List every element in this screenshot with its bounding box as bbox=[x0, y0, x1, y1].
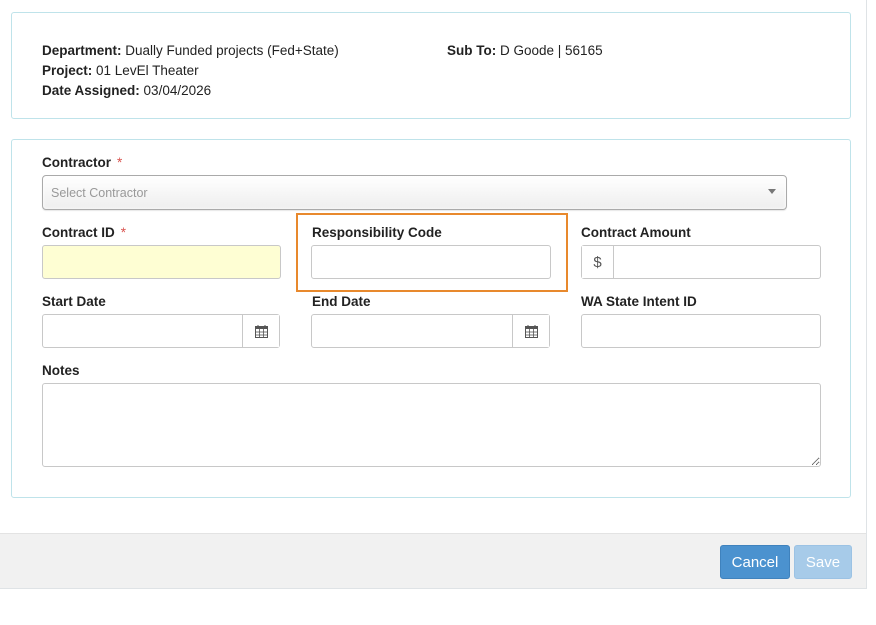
end-date-label: End Date bbox=[312, 294, 371, 309]
sub-to-label: Sub To: bbox=[447, 43, 497, 58]
contractor-label: Contractor * bbox=[42, 155, 122, 170]
contractor-placeholder: Select Contractor bbox=[51, 186, 148, 200]
date-assigned-label: Date Assigned: bbox=[42, 83, 140, 98]
project-value: 01 LevEl Theater bbox=[96, 63, 199, 78]
contract-dialog: Department: Dually Funded projects (Fed+… bbox=[0, 0, 867, 589]
responsibility-code-label: Responsibility Code bbox=[312, 225, 442, 240]
wa-state-intent-label: WA State Intent ID bbox=[581, 294, 697, 309]
start-date-label: Start Date bbox=[42, 294, 106, 309]
save-button[interactable]: Save bbox=[794, 545, 852, 579]
wa-state-intent-input[interactable] bbox=[581, 314, 821, 348]
notes-label: Notes bbox=[42, 363, 80, 378]
department-value: Dually Funded projects (Fed+State) bbox=[125, 43, 339, 58]
department-label: Department: bbox=[42, 43, 122, 58]
start-date-input[interactable] bbox=[42, 314, 280, 348]
cancel-button[interactable]: Cancel bbox=[720, 545, 790, 579]
dollar-icon: $ bbox=[582, 246, 614, 278]
date-assigned-info: Date Assigned: 03/04/2026 bbox=[42, 83, 211, 98]
responsibility-code-input[interactable] bbox=[311, 245, 551, 279]
sub-to-info: Sub To: D Goode | 56165 bbox=[447, 43, 603, 58]
dialog-footer: Cancel Save bbox=[0, 533, 866, 588]
project-label: Project: bbox=[42, 63, 93, 78]
end-date-input[interactable] bbox=[311, 314, 550, 348]
notes-textarea[interactable] bbox=[42, 383, 821, 467]
calendar-icon[interactable] bbox=[242, 315, 279, 347]
calendar-icon[interactable] bbox=[512, 315, 549, 347]
required-mark: * bbox=[117, 155, 123, 170]
contract-id-label: Contract ID * bbox=[42, 225, 126, 240]
date-assigned-value: 03/04/2026 bbox=[143, 83, 212, 98]
contract-id-input[interactable] bbox=[42, 245, 281, 279]
sub-to-value: D Goode | 56165 bbox=[500, 43, 603, 58]
contract-amount-label: Contract Amount bbox=[581, 225, 691, 240]
project-info: Project: 01 LevEl Theater bbox=[42, 63, 199, 78]
required-mark: * bbox=[120, 225, 127, 240]
department-info: Department: Dually Funded projects (Fed+… bbox=[42, 43, 339, 58]
chevron-down-icon bbox=[768, 189, 776, 194]
contractor-label-text: Contractor bbox=[42, 155, 112, 170]
contract-id-label-text: Contract ID bbox=[42, 225, 115, 240]
contractor-select[interactable]: Select Contractor bbox=[42, 175, 787, 210]
contract-amount-input[interactable]: $ bbox=[581, 245, 821, 279]
